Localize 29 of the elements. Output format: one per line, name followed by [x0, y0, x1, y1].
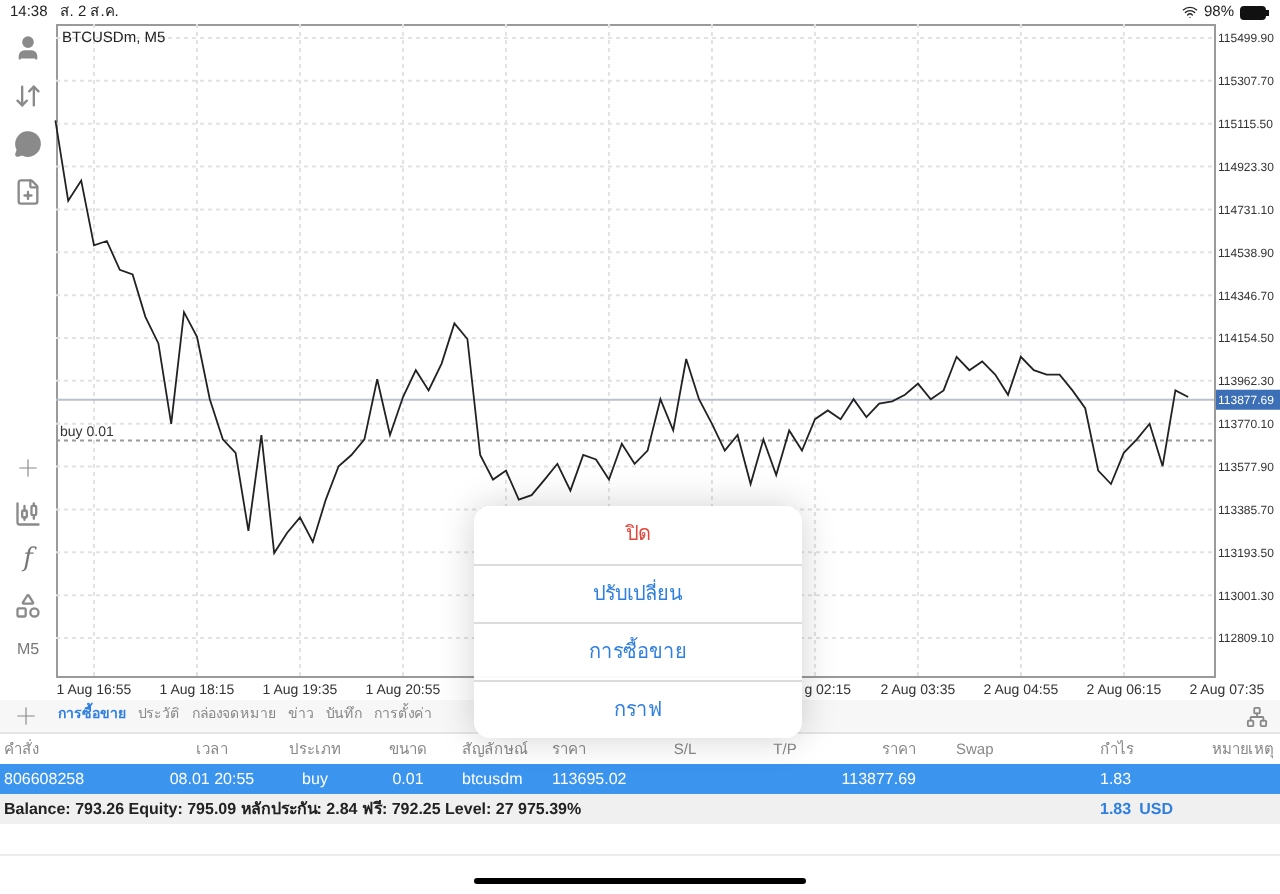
objects-icon[interactable] — [14, 592, 42, 620]
chat-icon[interactable] — [14, 130, 42, 158]
table-cell-text: 806608258 — [2, 767, 87, 791]
candlestick-icon[interactable] — [14, 500, 42, 528]
timeframe-button[interactable]: M5 — [16, 638, 40, 662]
position-row[interactable]: 806608258 08.01 20:55 buy 0.01 btcusdm 113695.02 113877.69 1.83 — [0, 764, 1280, 794]
account-summary-text: Balance: 793.26 Equity: 795.09 หลักประกัน: 2.84 ฟรี: 792.25 Level: 27 975.39% — [2, 797, 584, 821]
action-sheet-option[interactable]: ปรับเปลี่ยน — [474, 564, 802, 622]
new-document-icon[interactable] — [14, 178, 42, 206]
action-sheet-option[interactable]: ปิด — [474, 506, 802, 564]
crosshair-icon[interactable] — [14, 454, 42, 482]
trade-arrows-icon[interactable] — [14, 82, 42, 110]
table-cell-text: 113695.02 — [550, 767, 629, 791]
table-cell-text: 08.01 20:55 — [167, 767, 257, 791]
add-icon[interactable] — [12, 702, 40, 730]
table-cell-text: btcusdm — [460, 767, 525, 791]
table-cell-text: 0.01 — [390, 767, 426, 791]
table-cell-text: buy — [300, 767, 330, 791]
battery-icon — [1240, 5, 1270, 19]
action-sheet-option[interactable]: การซื้อขาย — [474, 622, 802, 680]
action-sheet-option[interactable]: กราฟ — [474, 680, 802, 738]
table-cell-text: 1.83 — [1098, 767, 1134, 791]
wifi-icon — [1181, 4, 1198, 20]
profit-currency: USD — [1139, 797, 1173, 821]
total-profit: 1.83 — [1100, 797, 1132, 821]
indicator-function-button[interactable]: f — [23, 546, 33, 574]
table-cell-text: 113877.69 — [839, 767, 916, 791]
layout-icon[interactable] — [1246, 705, 1268, 727]
account-icon[interactable] — [14, 34, 42, 62]
